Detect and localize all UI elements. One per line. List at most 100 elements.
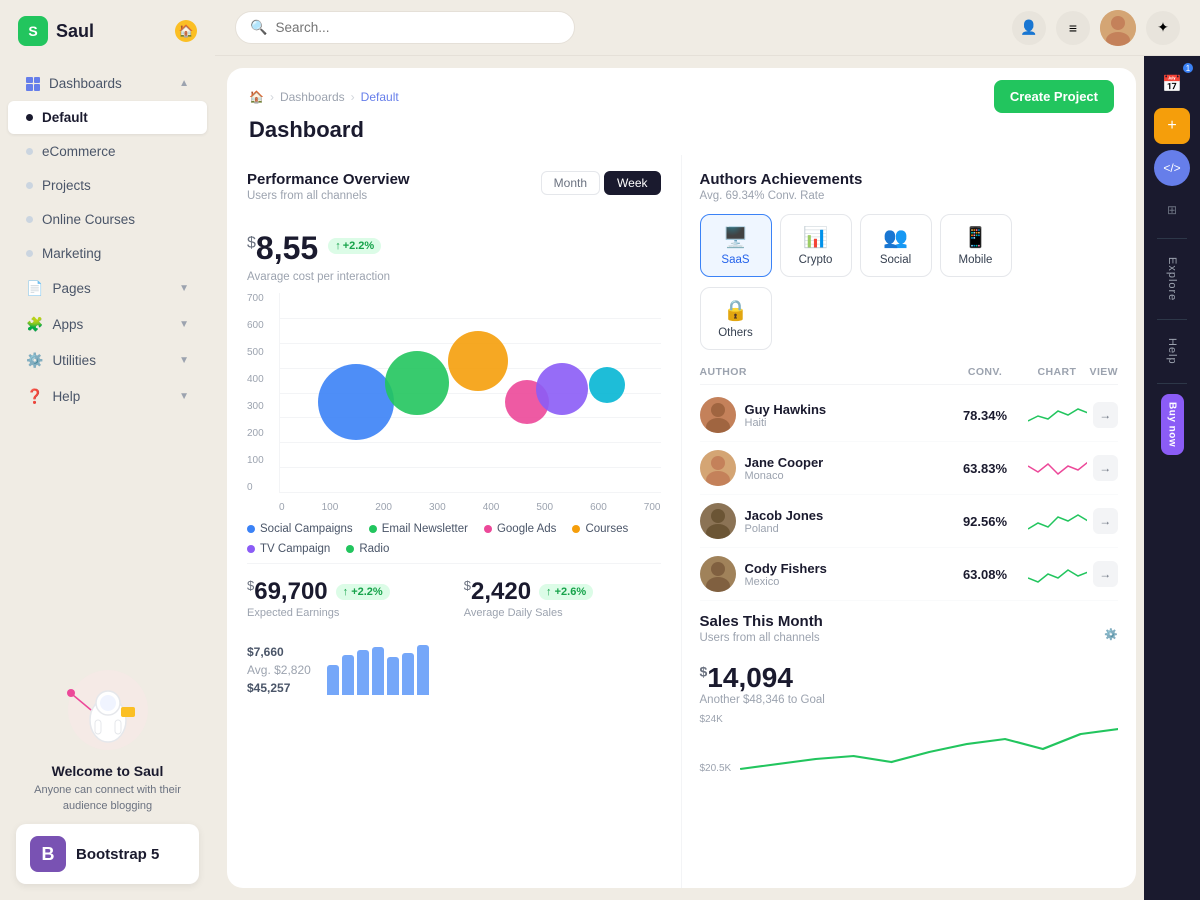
- view-btn-cody[interactable]: →: [1093, 561, 1118, 587]
- sidebar-item-default[interactable]: Default: [8, 101, 207, 134]
- conv-guy: 78.34%: [950, 408, 1020, 423]
- right-panel: Authors Achievements Avg. 69.34% Conv. R…: [682, 155, 1137, 888]
- sparkline-guy: [1028, 401, 1087, 429]
- dot-icon: [26, 148, 33, 155]
- side-divider-1: [1157, 238, 1187, 239]
- logo-badge: 🏠: [175, 20, 197, 42]
- notifications-button[interactable]: 👤: [1012, 11, 1046, 45]
- chevron-icon: ▼: [179, 319, 189, 330]
- header-icons: 👤 ≡ ✦: [1012, 10, 1180, 46]
- tab-mobile[interactable]: 📱 Mobile: [940, 214, 1012, 277]
- legend-social: Social Campaigns: [247, 523, 353, 535]
- bubble-chart: 7006005004003002001000: [247, 293, 661, 513]
- author-tabs: 🖥️ SaaS 📊 Crypto 👥 Social 📱: [700, 214, 1119, 277]
- legend-dot: [346, 545, 354, 553]
- search-bar[interactable]: 🔍: [235, 11, 575, 44]
- sales-section: Sales This Month Users from all channels…: [700, 601, 1119, 774]
- sidebar-label-online-courses: Online Courses: [42, 212, 135, 227]
- view-btn-jacob[interactable]: →: [1093, 508, 1118, 534]
- sales-goal: Another $48,346 to Goal: [700, 694, 1119, 706]
- tab-social[interactable]: 👥 Social: [860, 214, 932, 277]
- sidebar-label-projects: Projects: [42, 178, 91, 193]
- others-label: Others: [718, 327, 753, 339]
- author-name-jane: Jane Cooper: [745, 455, 824, 470]
- settings-icon-sales[interactable]: ⚙️: [1104, 628, 1118, 641]
- right-side-panel: 📅 1 + </> ⊞ Explore Help Buy now: [1144, 56, 1200, 900]
- avatar-jane: [700, 450, 736, 486]
- help-label[interactable]: Help: [1166, 330, 1178, 373]
- value-2: Avg. $2,820: [247, 663, 311, 677]
- tab-month[interactable]: Month: [541, 171, 600, 195]
- active-dot: [26, 114, 33, 121]
- bar-5: [387, 657, 399, 695]
- sidebar-item-help[interactable]: ❓ Help ▼: [8, 379, 207, 414]
- author-country-cody: Mexico: [745, 576, 827, 588]
- perf-title: Performance Overview: [247, 171, 410, 188]
- create-project-button[interactable]: Create Project: [994, 80, 1114, 113]
- author-info-jane: Jane Cooper Monaco: [700, 450, 943, 486]
- code-icon[interactable]: </>: [1154, 150, 1190, 186]
- menu-button[interactable]: ≡: [1056, 11, 1090, 45]
- tab-others[interactable]: 🔒 Others: [700, 287, 772, 350]
- bar-6: [402, 653, 414, 695]
- sidebar-label-ecommerce: eCommerce: [42, 144, 116, 159]
- welcome-title: Welcome to Saul: [16, 763, 199, 779]
- stat-daily: $2,420 ↑ +2.6% Average Daily Sales: [464, 578, 661, 619]
- avatar[interactable]: [1100, 10, 1136, 46]
- legend-dot: [369, 525, 377, 533]
- tab-week[interactable]: Week: [604, 171, 660, 195]
- bottom-values: $7,660 Avg. $2,820 $45,257: [247, 645, 311, 695]
- saas-label: SaaS: [721, 254, 749, 266]
- sidebar-item-ecommerce[interactable]: eCommerce: [8, 135, 207, 168]
- sidebar-logo: S Saul 🏠: [0, 0, 215, 62]
- col-conv: CONV.: [950, 366, 1020, 378]
- tab-saas[interactable]: 🖥️ SaaS: [700, 214, 772, 277]
- author-country-guy: Haiti: [745, 417, 827, 429]
- view-btn-guy[interactable]: →: [1093, 402, 1118, 428]
- bootstrap-icon: B: [30, 836, 66, 872]
- others-icon: 🔒: [723, 298, 748, 323]
- author-info-jacob: Jacob Jones Poland: [700, 503, 943, 539]
- grid-icon-side[interactable]: ⊞: [1154, 192, 1190, 228]
- stat-earnings-label: Expected Earnings: [247, 607, 444, 619]
- calendar-icon[interactable]: 📅 1: [1154, 66, 1190, 102]
- social-icon: 👥: [883, 225, 908, 250]
- sidebar-item-projects[interactable]: Projects: [8, 169, 207, 202]
- author-country-jane: Monaco: [745, 470, 824, 482]
- bubble-1: [318, 364, 394, 440]
- sparkline-cody: [1028, 560, 1087, 588]
- dashboard-area: 🏠 › Dashboards › Default Create Project …: [227, 68, 1136, 888]
- legend-email: Email Newsletter: [369, 523, 468, 535]
- search-input[interactable]: [275, 20, 560, 35]
- view-btn-jane[interactable]: →: [1093, 455, 1118, 481]
- author-row-guy: Guy Hawkins Haiti 78.34% →: [700, 389, 1119, 442]
- chart-area: [279, 293, 661, 493]
- settings-button[interactable]: ✦: [1146, 11, 1180, 45]
- avatar-guy: [700, 397, 736, 433]
- metric-label: Avarage cost per interaction: [247, 271, 661, 283]
- sidebar-item-marketing[interactable]: Marketing: [8, 237, 207, 270]
- sidebar-item-dashboards[interactable]: Dashboards ▲: [8, 67, 207, 100]
- dot-icon: [26, 182, 33, 189]
- tab-crypto[interactable]: 📊 Crypto: [780, 214, 852, 277]
- sidebar-item-utilities[interactable]: ⚙️ Utilities ▼: [8, 343, 207, 378]
- legend-dot: [247, 525, 255, 533]
- breadcrumb-dashboards[interactable]: Dashboards: [280, 90, 345, 104]
- crypto-label: Crypto: [799, 254, 833, 266]
- author-row-cody: Cody Fishers Mexico 63.08% →: [700, 548, 1119, 601]
- bubble-5: [536, 363, 588, 415]
- header: 🔍 👤 ≡ ✦: [215, 0, 1200, 56]
- bubble-6: [589, 367, 625, 403]
- sidebar-item-online-courses[interactable]: Online Courses: [8, 203, 207, 236]
- welcome-subtitle: Anyone can connect with their audience b…: [16, 783, 199, 814]
- legend-google: Google Ads: [484, 523, 556, 535]
- earnings-badge: ↑ +2.2%: [336, 584, 390, 600]
- dot-icon: [26, 250, 33, 257]
- sidebar-item-apps[interactable]: 🧩 Apps ▼: [8, 307, 207, 342]
- explore-label[interactable]: Explore: [1166, 249, 1178, 309]
- add-icon[interactable]: +: [1154, 108, 1190, 144]
- sidebar-label-utilities: Utilities: [52, 353, 96, 368]
- stats-row: $69,700 ↑ +2.2% Expected Earnings $2,420…: [247, 563, 661, 623]
- sidebar-item-pages[interactable]: 📄 Pages ▼: [8, 271, 207, 306]
- buy-now-button[interactable]: Buy now: [1161, 394, 1184, 455]
